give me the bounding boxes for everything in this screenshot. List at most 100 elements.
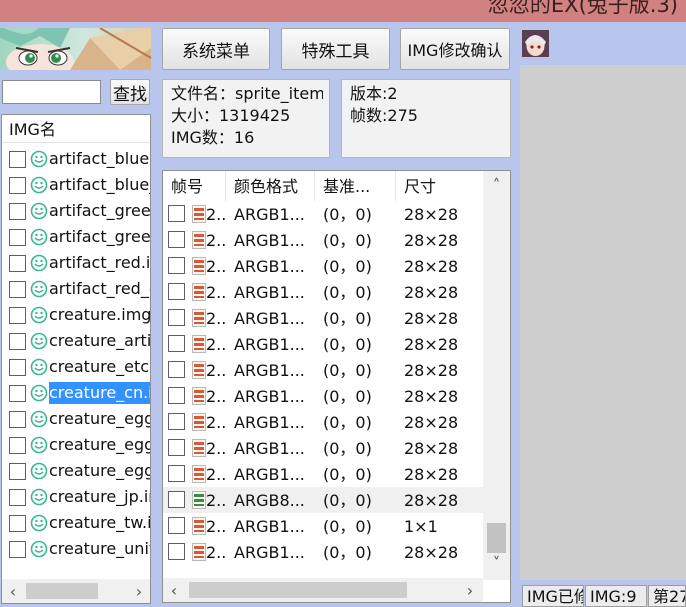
column-header-size[interactable]: 尺寸 — [396, 171, 483, 201]
img-list-item[interactable]: artifact_red.img — [2, 250, 150, 276]
table-row[interactable]: 2... ARGB1... (0，0) 28×28 — [163, 279, 483, 305]
img-list-item-label: creature_tw.img — [49, 513, 150, 532]
frame-checkbox[interactable] — [168, 439, 185, 456]
frame-checkbox[interactable] — [168, 465, 185, 482]
column-header-frame-no[interactable]: 帧号 — [163, 171, 226, 201]
table-row[interactable]: 2... ARGB1... (0，0) 28×28 — [163, 227, 483, 253]
scroll-left-arrow-icon[interactable]: ‹ — [165, 578, 183, 602]
table-row[interactable]: 2... ARGB1... (0，0) 28×28 — [163, 383, 483, 409]
table-row[interactable]: 2... ARGB1... (0，0) 28×28 — [163, 409, 483, 435]
img-checkbox[interactable] — [9, 203, 26, 220]
cell-color-format: ARGB1... — [234, 335, 305, 354]
img-file-icon — [30, 514, 48, 532]
img-list-item[interactable]: creature_artifact.img — [2, 328, 150, 354]
cell-frame-no: 2... — [206, 335, 226, 354]
scroll-left-arrow-icon[interactable]: ‹ — [4, 579, 22, 603]
cell-base-point: (0，0) — [323, 387, 372, 406]
frame-checkbox[interactable] — [168, 257, 185, 274]
frame-table-vscrollbar[interactable]: ˄ ˅ — [483, 171, 510, 580]
table-row[interactable]: 2... ARGB8... (0，0) 28×28 — [163, 487, 483, 513]
frame-checkbox[interactable] — [168, 543, 185, 560]
table-row[interactable]: 2... ARGB1... (0，0) 28×28 — [163, 435, 483, 461]
img-list-item[interactable]: creature_tw.img — [2, 510, 150, 536]
img-list-item[interactable]: creature_cn.img — [2, 380, 150, 406]
table-row[interactable]: 2... ARGB1... (0，0) 28×28 — [163, 461, 483, 487]
frame-checkbox[interactable] — [168, 335, 185, 352]
frame-checkbox[interactable] — [168, 283, 185, 300]
img-checkbox[interactable] — [9, 463, 26, 480]
scroll-right-arrow-icon[interactable]: › — [461, 578, 479, 602]
cell-size: 28×28 — [404, 205, 459, 224]
frame-table[interactable]: 帧号 颜色格式 基准... 尺寸 2...ARGB1...(0，0)28×282… — [162, 170, 511, 603]
frame-checkbox[interactable] — [168, 309, 185, 326]
img-checkbox[interactable] — [9, 385, 26, 402]
table-row[interactable]: 2... ARGB1... (0，0) 28×28 — [163, 331, 483, 357]
table-row[interactable]: 2... ARGB1... (0，0) 28×28 — [163, 201, 483, 227]
img-checkbox[interactable] — [9, 177, 26, 194]
cell-color-format: ARGB1... — [234, 413, 305, 432]
img-checkbox[interactable] — [9, 359, 26, 376]
special-tools-button[interactable]: 特殊工具 — [281, 28, 390, 70]
scrollbar-thumb[interactable] — [26, 583, 98, 599]
img-list-item[interactable]: artifact_green_etc.img — [2, 224, 150, 250]
scrollbar-thumb[interactable] — [487, 523, 506, 553]
scrollbar-thumb[interactable] — [189, 582, 407, 598]
table-row[interactable]: 2... ARGB1... (0，0) 1×1 — [163, 513, 483, 539]
cell-size: 28×28 — [404, 465, 459, 484]
img-list-item[interactable]: artifact_green.img — [2, 198, 150, 224]
img-checkbox[interactable] — [9, 229, 26, 246]
cell-size: 1×1 — [404, 517, 438, 536]
img-list-item[interactable]: creature_jp.img — [2, 484, 150, 510]
img-checkbox[interactable] — [9, 541, 26, 558]
avatar[interactable] — [522, 30, 549, 57]
table-row[interactable]: 2... ARGB1... (0，0) 28×28 — [163, 253, 483, 279]
img-checkbox[interactable] — [9, 489, 26, 506]
img-list[interactable]: IMG名 artifact_blue.img artifact_blue_etc.… — [1, 114, 151, 604]
cell-base-point: (0，0) — [323, 517, 372, 536]
img-checkbox[interactable] — [9, 255, 26, 272]
img-list-item[interactable]: creature_etc.img — [2, 354, 150, 380]
img-list-item-label: artifact_blue_etc.img — [49, 175, 150, 194]
table-row[interactable]: 2... ARGB1... (0，0) 28×28 — [163, 357, 483, 383]
frame-checkbox[interactable] — [168, 387, 185, 404]
img-modify-confirm-button[interactable]: IMG修改确认 — [400, 28, 510, 70]
table-row[interactable]: 2... ARGB1... (0，0) 28×28 — [163, 539, 483, 565]
column-header-base-point[interactable]: 基准... — [315, 171, 396, 201]
img-list-item[interactable]: artifact_red_etc.img — [2, 276, 150, 302]
img-list-item[interactable]: creature_egg_etc.img — [2, 432, 150, 458]
scroll-right-arrow-icon[interactable]: › — [130, 579, 148, 603]
img-list-item[interactable]: creature_egg.img — [2, 406, 150, 432]
img-checkbox[interactable] — [9, 437, 26, 454]
frame-table-hscrollbar[interactable]: ‹ › — [163, 578, 483, 602]
cell-size: 28×28 — [404, 543, 459, 562]
frame-checkbox[interactable] — [168, 491, 185, 508]
table-row[interactable]: 2... ARGB1... (0，0) 28×28 — [163, 305, 483, 331]
img-list-item[interactable]: artifact_blue.img — [2, 146, 150, 172]
img-list-hscrollbar[interactable]: ‹ › — [2, 579, 150, 603]
frame-checkbox[interactable] — [168, 361, 185, 378]
frame-checkbox[interactable] — [168, 205, 185, 222]
img-list-item[interactable]: creature_egg_cn.img — [2, 458, 150, 484]
frame-checkbox[interactable] — [168, 413, 185, 430]
img-checkbox[interactable] — [9, 515, 26, 532]
title-bar: 忽忽的EX(兔子版.3) — [0, 0, 686, 22]
search-button[interactable]: 查找 — [110, 79, 150, 105]
img-list-item[interactable]: artifact_blue_etc.img — [2, 172, 150, 198]
column-header-color-format[interactable]: 颜色格式 — [226, 171, 315, 201]
img-list-item[interactable]: creature_universal.img — [2, 536, 150, 562]
scroll-down-arrow-icon[interactable]: ˅ — [483, 551, 510, 575]
img-list-item-label: creature_egg_cn.img — [49, 461, 150, 480]
cell-base-point: (0，0) — [323, 335, 372, 354]
img-checkbox[interactable] — [9, 411, 26, 428]
frame-checkbox[interactable] — [168, 231, 185, 248]
img-checkbox[interactable] — [9, 151, 26, 168]
scroll-up-arrow-icon[interactable]: ˄ — [483, 173, 510, 197]
img-list-item-label: creature_artifact.img — [49, 331, 150, 350]
img-checkbox[interactable] — [9, 307, 26, 324]
system-menu-button[interactable]: 系统菜单 — [162, 28, 270, 70]
img-list-item[interactable]: creature.img — [2, 302, 150, 328]
frame-checkbox[interactable] — [168, 517, 185, 534]
img-checkbox[interactable] — [9, 333, 26, 350]
img-checkbox[interactable] — [9, 281, 26, 298]
search-input[interactable] — [2, 80, 101, 104]
